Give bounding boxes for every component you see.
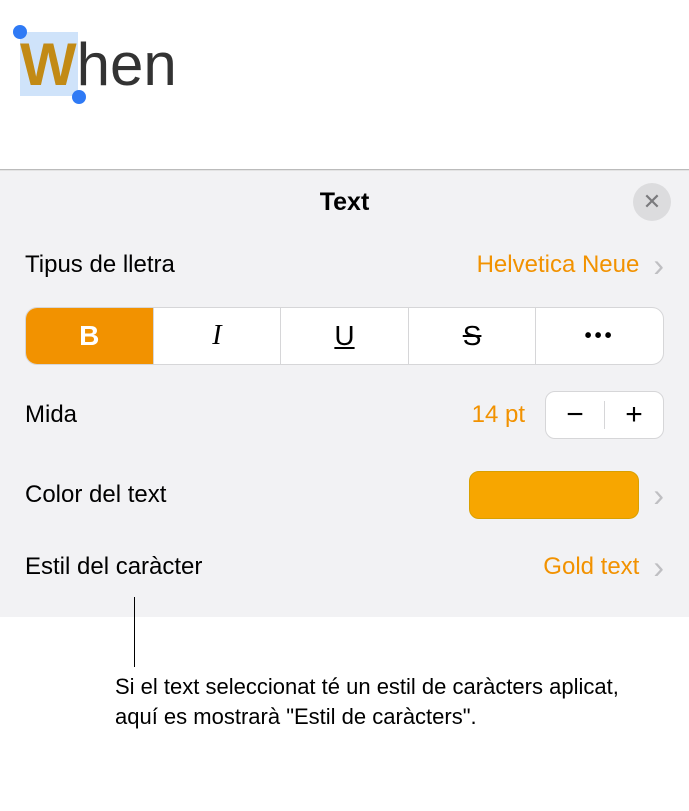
size-value: 14 pt bbox=[472, 401, 525, 429]
font-label: Tipus de lletra bbox=[25, 251, 477, 279]
chevron-right-icon: › bbox=[653, 249, 664, 281]
chevron-right-icon: › bbox=[653, 551, 664, 583]
document-canvas[interactable]: When bbox=[0, 0, 689, 170]
size-label: Mida bbox=[25, 401, 452, 429]
character-style-label: Estil del caràcter bbox=[25, 553, 543, 581]
callout-leader-line bbox=[134, 597, 135, 667]
style-segmented-control: B I U S ••• bbox=[0, 297, 689, 375]
close-button[interactable]: ✕ bbox=[633, 183, 671, 221]
italic-button[interactable]: I bbox=[154, 308, 282, 364]
panel-header: Text ✕ bbox=[0, 171, 689, 233]
text-rest: hen bbox=[77, 31, 177, 98]
size-stepper: − + bbox=[545, 391, 664, 439]
more-icon: ••• bbox=[585, 325, 615, 348]
text-gold-char: W bbox=[20, 31, 77, 98]
callout-text: Si el text seleccionat té un estil de ca… bbox=[0, 617, 689, 756]
callout: Si el text seleccionat té un estil de ca… bbox=[0, 617, 689, 756]
font-row[interactable]: Tipus de lletra Helvetica Neue › bbox=[0, 233, 689, 297]
panel-title: Text bbox=[320, 188, 370, 217]
strikethrough-button[interactable]: S bbox=[409, 308, 537, 364]
underline-button[interactable]: U bbox=[281, 308, 409, 364]
chevron-right-icon: › bbox=[653, 479, 664, 511]
text-color-label: Color del text bbox=[25, 481, 469, 509]
color-swatch[interactable] bbox=[469, 471, 639, 519]
size-increase-button[interactable]: + bbox=[605, 392, 663, 438]
font-value: Helvetica Neue bbox=[477, 251, 640, 279]
size-row: Mida 14 pt − + bbox=[0, 375, 689, 455]
close-icon: ✕ bbox=[643, 189, 661, 215]
minus-icon: − bbox=[566, 398, 584, 432]
plus-icon: + bbox=[625, 398, 643, 432]
size-decrease-button[interactable]: − bbox=[546, 392, 604, 438]
character-style-row[interactable]: Estil del caràcter Gold text › bbox=[0, 535, 689, 599]
character-style-value: Gold text bbox=[543, 553, 639, 581]
selected-text[interactable]: When bbox=[20, 30, 177, 99]
text-format-panel: Text ✕ Tipus de lletra Helvetica Neue › … bbox=[0, 170, 689, 617]
more-styles-button[interactable]: ••• bbox=[536, 308, 663, 364]
bold-button[interactable]: B bbox=[26, 308, 154, 364]
text-color-row[interactable]: Color del text › bbox=[0, 455, 689, 535]
